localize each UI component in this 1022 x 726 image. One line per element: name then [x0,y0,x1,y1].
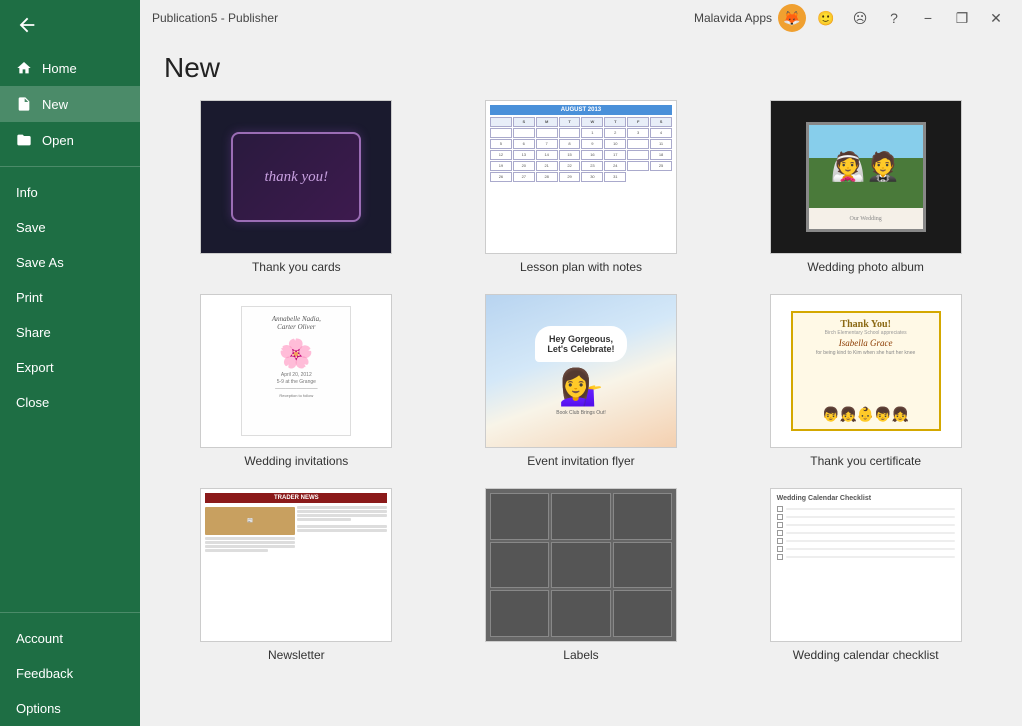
template-thumb-thankyou: thank you! [200,100,392,254]
sidebar-item-open[interactable]: Open [0,122,140,158]
template-newsletter[interactable]: TRADER NEWS 📰 [164,488,429,662]
template-label-invite: Wedding invitations [244,454,348,468]
label-cell [613,493,672,540]
titlebar: Publication5 - Publisher Malavida Apps 🦊… [140,0,1022,36]
template-thankyou-cert[interactable]: Thank You! Birch Elementary School appre… [733,294,998,468]
sidebar-item-new[interactable]: New [0,86,140,122]
titlebar-title: Publication5 - Publisher [152,11,278,25]
label-cell [551,590,610,637]
sidebar-item-share[interactable]: Share [0,315,140,350]
sidebar-item-home[interactable]: Home [0,50,140,86]
sidebar-item-feedback[interactable]: Feedback [0,656,140,691]
template-thumb-invite: Annabelle Nadia,Carter Oliver 🌸 April 20… [200,294,392,448]
template-label-thankyou: Thank you cards [252,260,341,274]
label-cell [490,590,549,637]
label-cell [613,590,672,637]
label-cell [490,542,549,589]
template-label-lesson: Lesson plan with notes [520,260,642,274]
template-thankyou-cards[interactable]: thank you! Thank you cards [164,100,429,274]
sidebar-item-save[interactable]: Save [0,210,140,245]
template-label-event: Event invitation flyer [527,454,634,468]
sidebar: Home New Open Info Save Save As Print Sh… [0,0,140,726]
minimize-button[interactable]: − [914,4,942,32]
sidebar-spacer [0,420,140,604]
template-label-newsletter: Newsletter [268,648,325,662]
new-icon [16,96,32,112]
thankyou-card-preview: thank you! [231,132,361,222]
close-button[interactable]: ✕ [982,4,1010,32]
template-event-flyer[interactable]: Hey Gorgeous,Let's Celebrate! 💁‍♀️ Book … [449,294,714,468]
sidebar-item-info[interactable]: Info [0,175,140,210]
sidebar-item-account[interactable]: Account [0,621,140,656]
back-button[interactable] [0,0,140,50]
help-button[interactable]: ? [880,4,908,32]
label-cell [613,542,672,589]
restore-button[interactable]: ❐ [948,4,976,32]
label-cell [490,493,549,540]
templates-grid: thank you! Thank you cards AUGUST 2013 S… [164,100,998,662]
template-thumb-newsletter: TRADER NEWS 📰 [200,488,392,642]
template-labels[interactable]: Labels [449,488,714,662]
template-checklist[interactable]: Wedding Calendar Checklist Wedding calen… [733,488,998,662]
emoji-smile-button[interactable]: 🙂 [812,4,840,32]
open-icon [16,132,32,148]
sidebar-item-export[interactable]: Export [0,350,140,385]
template-label-cert: Thank you certificate [810,454,921,468]
malavida-label: Malavida Apps [694,11,772,25]
titlebar-controls: Malavida Apps 🦊 🙂 ☹ ? − ❐ ✕ [694,4,1010,32]
template-label-labels: Labels [563,648,598,662]
sidebar-item-options[interactable]: Options [0,691,140,726]
template-thumb-event: Hey Gorgeous,Let's Celebrate! 💁‍♀️ Book … [485,294,677,448]
home-icon [16,60,32,76]
template-wedding-invite[interactable]: Annabelle Nadia,Carter Oliver 🌸 April 20… [164,294,429,468]
sidebar-item-saveas[interactable]: Save As [0,245,140,280]
template-label-checklist: Wedding calendar checklist [793,648,939,662]
sidebar-item-print[interactable]: Print [0,280,140,315]
template-thumb-wedding: 👰🤵 Our Wedding [770,100,962,254]
divider-2 [0,612,140,613]
label-cell [551,542,610,589]
sidebar-home-label: Home [42,61,77,76]
template-lesson-plan[interactable]: AUGUST 2013 S M T W T F S 123 4 [449,100,714,274]
sidebar-item-close[interactable]: Close [0,385,140,420]
template-thumb-lesson: AUGUST 2013 S M T W T F S 123 4 [485,100,677,254]
template-thumb-cert: Thank You! Birch Elementary School appre… [770,294,962,448]
sidebar-new-label: New [42,97,68,112]
divider-1 [0,166,140,167]
page-heading: New [140,36,1022,96]
templates-area[interactable]: thank you! Thank you cards AUGUST 2013 S… [140,96,1022,726]
malavida-icon: 🦊 [778,4,806,32]
template-thumb-checklist: Wedding Calendar Checklist [770,488,962,642]
main-content: Publication5 - Publisher Malavida Apps 🦊… [140,0,1022,726]
template-label-wedding: Wedding photo album [807,260,924,274]
template-thumb-labels [485,488,677,642]
sidebar-open-label: Open [42,133,74,148]
back-icon [16,14,38,36]
label-cell [551,493,610,540]
emoji-sad-button[interactable]: ☹ [846,4,874,32]
template-wedding-album[interactable]: 👰🤵 Our Wedding Wedding photo album [733,100,998,274]
